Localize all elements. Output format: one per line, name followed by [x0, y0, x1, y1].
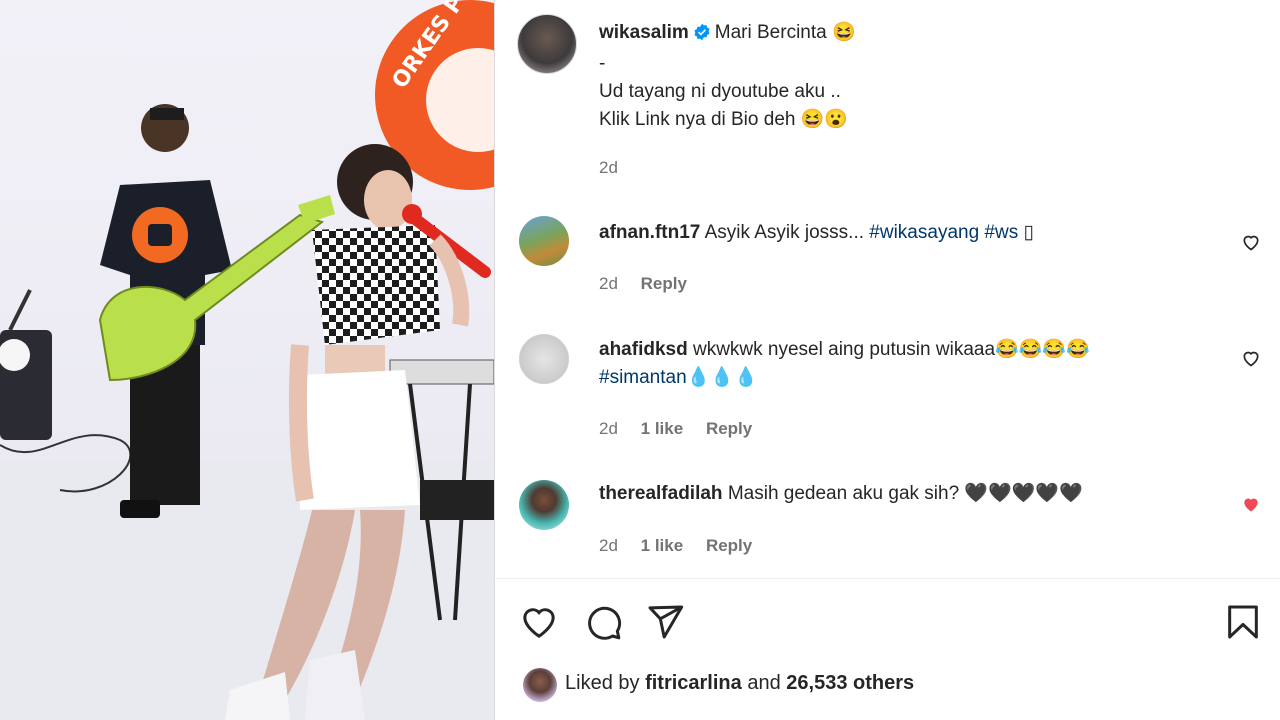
send-icon [648, 605, 684, 639]
heart-filled-icon [1244, 498, 1258, 512]
share-button[interactable] [645, 602, 685, 647]
author-avatar[interactable] [517, 14, 577, 74]
comment-text: ahafidksd wkwkwk nyesel aing putusin wik… [599, 336, 1179, 392]
caption-meta: 2d [599, 158, 636, 178]
comment-username[interactable]: ahafidksd [599, 339, 688, 360]
heart-icon [1243, 235, 1259, 251]
comment-like-button[interactable] [1241, 494, 1261, 519]
commenter-avatar[interactable] [519, 216, 569, 266]
save-button[interactable] [1223, 602, 1263, 647]
commenter-avatar[interactable] [519, 334, 569, 384]
likes-summary[interactable]: Liked by fitricarlina and 26,533 others [565, 672, 914, 695]
post-detail-panel: wikasalim Mari Bercinta 😆 - Ud tayang ni … [494, 0, 1280, 720]
comment-meta: 2d 1 like Reply [599, 536, 770, 556]
comment-username[interactable]: afnan.ftn17 [599, 222, 700, 243]
comment-body: Asyik Asyik josss... [704, 222, 865, 243]
likes-count[interactable]: 26,533 others [786, 672, 914, 694]
liker-avatar[interactable] [523, 668, 557, 702]
heart-icon [523, 608, 555, 638]
comment-likes-count[interactable]: 1 like [641, 419, 684, 438]
comment-meta: 2d 1 like Reply [599, 419, 770, 439]
hashtag-link[interactable]: #wikasayang [869, 222, 979, 243]
comment-like-button[interactable] [1241, 348, 1261, 373]
caption-title: Mari Bercinta 😆 [714, 22, 856, 43]
comment-body: Masih gedean aku gak sih? 🖤🖤🖤🖤🖤 [727, 483, 1083, 504]
actions-divider [495, 578, 1280, 579]
verified-badge-icon [693, 22, 711, 50]
likes-prefix: Liked by [565, 672, 640, 694]
caption-time[interactable]: 2d [599, 158, 618, 177]
comment-icon [588, 606, 622, 640]
comment-time[interactable]: 2d [599, 536, 618, 555]
hashtag-link[interactable]: #ws [984, 222, 1018, 243]
comment-likes-count[interactable]: 1 like [641, 536, 684, 555]
reply-button[interactable]: Reply [641, 274, 687, 293]
caption-line-2: Ud tayang ni dyoutube aku .. [599, 81, 841, 102]
post-caption: wikasalim Mari Bercinta 😆 - Ud tayang ni … [599, 19, 1199, 134]
caption-line-3: Klik Link nya di Bio deh 😆😮 [599, 109, 849, 130]
comment-button[interactable] [583, 602, 623, 647]
comment-meta: 2d Reply [599, 274, 705, 294]
comment-like-button[interactable] [1241, 232, 1261, 257]
reply-button[interactable]: Reply [706, 419, 752, 438]
likes-connector: and [747, 672, 781, 694]
comment-time[interactable]: 2d [599, 419, 618, 438]
like-button[interactable] [519, 602, 559, 647]
hashtag-link[interactable]: #simantan💧💧💧 [599, 367, 758, 388]
comment-body: wkwkwk nyesel aing putusin wikaaa😂😂😂😂 [692, 339, 1090, 360]
caption-line-1: - [599, 53, 606, 74]
comment-text: therealfadilah Masih gedean aku gak sih?… [599, 480, 1083, 508]
liker-username[interactable]: fitricarlina [645, 672, 742, 694]
commenter-avatar[interactable] [519, 480, 569, 530]
comment-suffix: ▯ [1023, 222, 1034, 243]
reply-button[interactable]: Reply [706, 536, 752, 555]
comment-text: afnan.ftn17 Asyik Asyik josss... #wikasa… [599, 219, 1034, 247]
author-username[interactable]: wikasalim [599, 22, 689, 43]
performance-photo: ORKES P [0, 0, 494, 720]
bookmark-icon [1228, 605, 1258, 639]
comment-time[interactable]: 2d [599, 274, 618, 293]
heart-icon [1243, 351, 1259, 367]
comment-username[interactable]: therealfadilah [599, 483, 723, 504]
post-media[interactable]: ORKES P [0, 0, 494, 720]
